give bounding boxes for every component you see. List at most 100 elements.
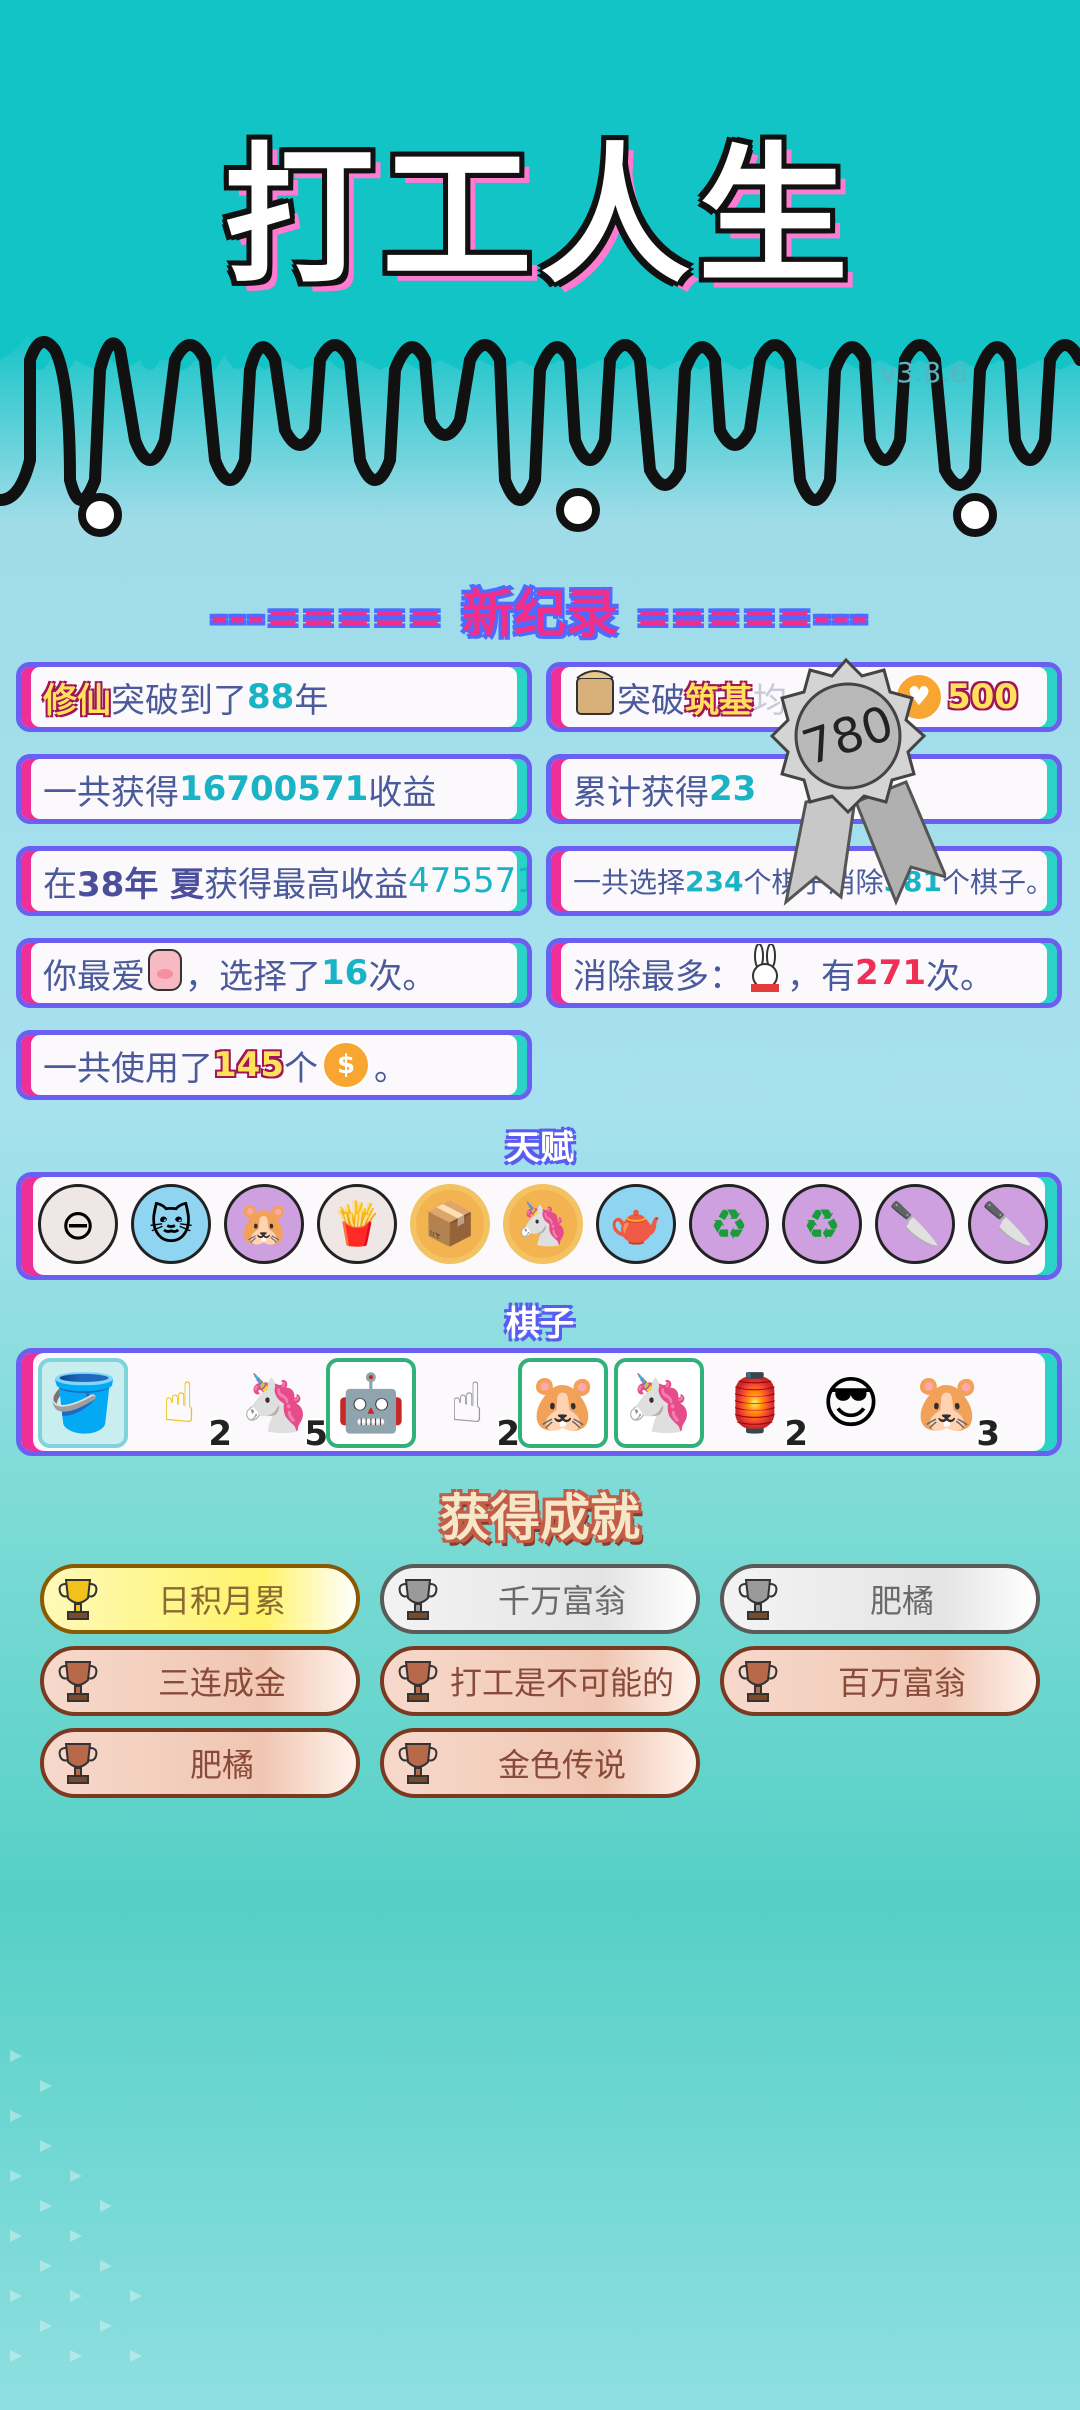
green-hair-guy-glyph: 😎 [821, 1370, 881, 1436]
card-text: 一共获得 [43, 772, 179, 813]
fries-icon[interactable]: 🍟 [317, 1184, 397, 1264]
card-text: 突破 [617, 680, 685, 721]
selected-count: 234 [685, 864, 744, 898]
achievement-label: 百万富翁 [837, 1664, 966, 1702]
hamster-icon[interactable]: 🐹 [518, 1358, 608, 1448]
most-removed-count: 271 [855, 953, 926, 993]
unicorn-glyph: 🦄 [240, 1371, 310, 1436]
achievement-badge[interactable]: 打工是不可能的 [380, 1646, 700, 1716]
cleaver-icon[interactable]: 🔪 [968, 1184, 1048, 1264]
cleaver-icon[interactable]: 🔪 [875, 1184, 955, 1264]
trophy-icon [48, 1733, 108, 1793]
favorite-count: 16 [321, 953, 369, 993]
trophy-icon [388, 1651, 448, 1711]
left-decoration: ---===== [210, 595, 444, 641]
piece-count: 2 [208, 1414, 232, 1454]
green-hair-guy-icon[interactable]: 😎 [806, 1358, 896, 1448]
trophy-icon [48, 1569, 108, 1629]
card-text: 你最爱 [43, 956, 145, 997]
card-text: 突破到了 [111, 680, 247, 721]
piece-count: 2 [496, 1414, 520, 1454]
bucket-glyph: 🪣 [48, 1371, 118, 1436]
achievement-label: 三连成金 [157, 1664, 286, 1702]
record-card-most-removed: 消除最多： ，有 271 次。 [546, 938, 1062, 1008]
card-text: ，有 [787, 956, 855, 997]
card-text: 。 [373, 1048, 408, 1089]
card-text: 次。 [368, 956, 437, 997]
coin-value: 500 [947, 677, 1018, 717]
achievement-badge[interactable]: 肥橘 [40, 1728, 360, 1798]
card-text: 个棋子。 [941, 866, 1054, 899]
coins-used-value: 145 [213, 1045, 284, 1085]
minus-coin-icon[interactable]: ⊖ [38, 1184, 118, 1264]
right-decoration: =====--- [636, 595, 870, 641]
unicorn-icon[interactable]: 🦄 [614, 1358, 704, 1448]
achievement-badge[interactable]: 金色传说 [380, 1728, 700, 1798]
achievement-label: 金色传说 [497, 1746, 626, 1784]
card-text: 获得最高收益 [204, 864, 409, 905]
unicorn-glyph: 🦄 [624, 1371, 694, 1436]
new-record-label: 新纪录 [461, 585, 618, 645]
record-card-total-income: 一共获得 16700571 收益 [16, 754, 532, 824]
achievement-label: 千万富翁 [497, 1582, 626, 1620]
hamster-glyph: 🐹 [528, 1371, 598, 1436]
record-card-favorite: 你最爱 ，选择了 16 次。 [16, 938, 532, 1008]
income-value: 16700571 [179, 769, 369, 809]
trophy-icon [728, 1651, 788, 1711]
recycle-icon[interactable]: ♻ [689, 1184, 769, 1264]
rabbit-icon [743, 943, 787, 1003]
piece-count: 3 [976, 1414, 1000, 1454]
realm-name: 修仙 [43, 680, 111, 721]
achievement-badge[interactable]: 千万富翁 [380, 1564, 700, 1634]
card-text: 在 [43, 864, 77, 905]
card-text: ，选择了 [185, 956, 321, 997]
achievement-badge[interactable]: 肥橘 [720, 1564, 1040, 1634]
hamster-glyph: 🐹 [912, 1371, 982, 1436]
bucket-icon [573, 668, 617, 727]
piece-count: 2 [784, 1414, 808, 1454]
card-text: 次。 [925, 956, 994, 997]
robot-worker-glyph: 🤖 [336, 1371, 406, 1436]
robot-worker-icon[interactable]: 🤖 [326, 1358, 416, 1448]
recycle-icon[interactable]: ♻ [782, 1184, 862, 1264]
background-pattern [10, 2050, 142, 2362]
new-record-title: ---===== 新纪录 =====--- [0, 572, 1080, 647]
version-label: v3.8.6 [880, 356, 968, 389]
achievement-badge[interactable]: 日积月累 [40, 1564, 360, 1634]
card-text: 个 [283, 1048, 318, 1089]
achievement-label: 日积月累 [157, 1582, 286, 1620]
season-value: 38年 夏 [77, 864, 205, 905]
achievement-label: 肥橘 [869, 1582, 934, 1620]
gravy-boat-icon[interactable]: 🫖 [596, 1184, 676, 1264]
realm-name: 筑基 [685, 680, 753, 721]
trophy-icon [48, 1651, 108, 1711]
lantern-house-glyph: 🏮 [720, 1371, 790, 1436]
yellow-hand-icon[interactable]: ☝ 2 [134, 1358, 232, 1455]
bucket-icon[interactable]: 🪣 [38, 1358, 128, 1448]
unicorn-icon[interactable]: 🦄 [503, 1184, 583, 1264]
achievement-label: 肥橘 [189, 1746, 254, 1784]
hamster-icon[interactable]: 🐹 3 [902, 1358, 1000, 1454]
record-card-coins-used: 一共使用了 145 个 $ 。 [16, 1030, 532, 1100]
piece-count: 5 [304, 1414, 328, 1454]
achievements-title: 获得成就 [440, 1489, 640, 1547]
unicorn-icon[interactable]: 🦄 5 [230, 1358, 328, 1454]
snow-cat-icon[interactable]: 🐱 [131, 1184, 211, 1264]
card-text: 年 [294, 680, 329, 721]
achievement-badge[interactable]: 三连成金 [40, 1646, 360, 1716]
record-card-highest-income: 在 38年 夏 获得最高收益 4755719 [16, 846, 532, 916]
achievement-label: 打工是不可能的 [449, 1664, 674, 1702]
gray-hand-icon[interactable]: ☝ 2 [422, 1358, 520, 1455]
tissue-box-icon[interactable]: 📦 [410, 1184, 490, 1264]
achievement-badge[interactable]: 百万富翁 [720, 1646, 1040, 1716]
pieces-title: 棋子 [506, 1304, 574, 1344]
gray-hand-glyph: ☝ [449, 1370, 485, 1436]
highest-income-value: 4755719 [408, 861, 527, 901]
card-text: 一共使用了 [43, 1048, 213, 1089]
years-value: 88 [247, 677, 295, 717]
hamsters-icon[interactable]: 🐹 [224, 1184, 304, 1264]
record-badge: 780 [746, 652, 949, 912]
trophy-icon [728, 1569, 788, 1629]
lantern-house-icon[interactable]: 🏮 2 [710, 1358, 808, 1454]
card-text: 累计获得 [573, 772, 709, 813]
